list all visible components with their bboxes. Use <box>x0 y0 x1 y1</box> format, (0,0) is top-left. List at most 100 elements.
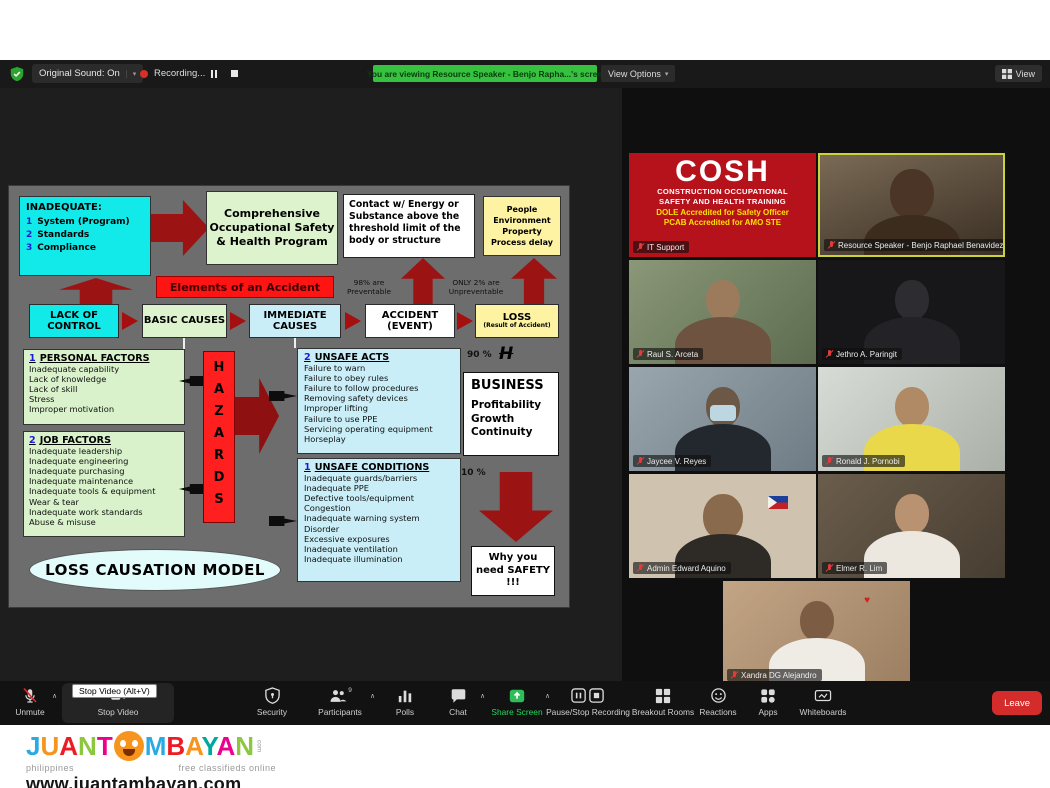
original-sound-label: Original Sound: On <box>39 68 120 79</box>
participant-tile-raul[interactable]: Raul S. Arceta <box>629 260 816 364</box>
chevron-down-icon: ▾ <box>665 70 669 78</box>
recording-dot-icon <box>140 70 148 78</box>
philippine-flag <box>768 496 788 509</box>
watermark-url: www.juantambayan.com <box>26 774 306 788</box>
share-screen-icon <box>508 687 526 705</box>
leave-button[interactable]: Leave <box>992 691 1042 715</box>
participant-name-label: Elmer R. Lim <box>822 562 887 574</box>
red-arrow-right <box>235 378 279 454</box>
shield-icon <box>264 687 281 704</box>
chevron-down-icon: ▾ <box>126 70 137 78</box>
brand-suffix: com <box>255 740 262 752</box>
black-arrow-right <box>269 391 297 401</box>
view-label: View <box>1016 69 1035 79</box>
chevron-up-icon[interactable]: ∧ <box>52 692 57 700</box>
pause-stop-recording-icons <box>571 687 605 705</box>
participant-tile-jaycee[interactable]: Jaycee V. Reyes <box>629 367 816 471</box>
participant-tile-edward[interactable]: Admin Edward Aquino <box>629 474 816 578</box>
red-triangle-icon <box>345 312 361 330</box>
heart-decoration: ♥ <box>864 595 870 606</box>
participant-tile-it-support[interactable]: COSH CONSTRUCTION OCCUPATIONAL SAFETY AN… <box>629 153 816 257</box>
red-triangle-icon <box>230 312 246 330</box>
inadequate-item: System (Program) <box>37 217 129 227</box>
pct-90-label: 90 % <box>467 350 492 360</box>
reactions-smiley-icon <box>710 687 727 704</box>
inadequate-item: Compliance <box>37 243 96 253</box>
participant-tile-resource-speaker[interactable]: Resource Speaker - Benjo Raphael Benavid… <box>818 153 1005 257</box>
mascot-face-icon <box>114 731 144 761</box>
polls-icon <box>397 688 413 704</box>
connector-line <box>294 338 296 348</box>
muted-mic-icon <box>825 456 833 466</box>
unsafe-acts-box: 2UNSAFE ACTS Failure to warn Failure to … <box>297 348 461 454</box>
loss-causation-model-label: LOSS CAUSATION MODEL <box>29 549 281 591</box>
whiteboards-button[interactable]: Whiteboards <box>785 686 861 717</box>
breakout-rooms-icon <box>655 688 671 704</box>
recording-label: Recording... <box>154 68 205 79</box>
view-button[interactable]: View <box>995 65 1042 82</box>
muted-mic-icon <box>636 563 644 573</box>
elements-of-accident-banner: Elements of an Accident <box>156 276 334 298</box>
meeting-content: INADEQUATE: 1System (Program) 2Standards… <box>0 88 1050 681</box>
tagline-philippines: philippines <box>26 763 74 773</box>
inadequate-item: Standards <box>37 230 89 240</box>
business-box: BUSINESS Profitability Growth Continuity <box>463 372 559 456</box>
meeting-topbar: Original Sound: On ▾ Recording... You ar… <box>0 60 1050 88</box>
red-triangle-icon <box>122 312 138 330</box>
view-options-button[interactable]: View Options ▾ <box>601 65 675 82</box>
cosh-title: COSH <box>675 157 770 187</box>
encryption-shield-icon <box>9 66 25 82</box>
security-button[interactable]: Security <box>234 686 310 717</box>
apps-icon <box>760 688 776 704</box>
osh-program-box: Comprehensive Occupational Safety & Heal… <box>206 191 338 265</box>
face-mask <box>710 405 736 421</box>
participants-icon <box>328 687 348 705</box>
brand-text-2: MBAYAN <box>145 733 254 759</box>
participant-name-label: Jethro A. Paringit <box>822 348 902 360</box>
chat-bubble-icon <box>450 688 467 704</box>
muted-mic-icon <box>636 242 644 252</box>
red-triangle-icon <box>457 312 473 330</box>
muted-mic-icon <box>636 456 644 466</box>
unpreventable-note: ONLY 2% are Unpreventable <box>443 279 509 297</box>
red-arrow-up <box>59 278 133 304</box>
stop-recording-button[interactable] <box>231 70 238 77</box>
muted-mic-icon <box>730 670 738 680</box>
black-arrow-right <box>269 516 297 526</box>
screenshot-root: Original Sound: On ▾ Recording... You ar… <box>0 0 1050 788</box>
participant-name-label: Admin Edward Aquino <box>633 562 731 574</box>
immediate-causes-box: IMMEDIATE CAUSES <box>249 304 341 338</box>
participant-video-grid: COSH CONSTRUCTION OCCUPATIONAL SAFETY AN… <box>629 153 1005 688</box>
lack-of-control-box: LACK OF CONTROL <box>29 304 119 338</box>
unsafe-conditions-box: 1UNSAFE CONDITIONS Inadequate guards/bar… <box>297 458 461 582</box>
contact-energy-box: Contact w/ Energy or Substance above the… <box>343 194 475 258</box>
tagline-classifieds: free classifieds online <box>178 763 276 773</box>
participant-name-label: Jaycee V. Reyes <box>633 455 711 467</box>
original-sound-toggle[interactable]: Original Sound: On ▾ <box>32 64 143 83</box>
why-safety-box: Why you need SAFETY !!! <box>471 546 555 596</box>
participant-tile-elmer[interactable]: Elmer R. Lim <box>818 474 1005 578</box>
accident-box: ACCIDENT (EVENT) <box>365 304 455 338</box>
personal-factors-box: 1PERSONAL FACTORS Inadequate capability … <box>23 349 185 425</box>
participant-tile-xandra[interactable]: ♥ Xandra DG Alejandro <box>723 581 910 685</box>
participant-tile-ronald[interactable]: Ronald J. Pornobi <box>818 367 1005 471</box>
shared-screen-slide: INADEQUATE: 1System (Program) 2Standards… <box>8 185 570 608</box>
inadequate-box: INADEQUATE: 1System (Program) 2Standards… <box>19 196 151 276</box>
pause-recording-button[interactable] <box>211 70 217 78</box>
unmute-button[interactable]: Unmute <box>0 686 68 717</box>
watermark-taglines: philippines free classifieds online <box>26 763 276 773</box>
red-arrow-right <box>151 200 209 256</box>
participant-name-label: Ronald J. Pornobi <box>822 455 905 467</box>
viewing-screen-banner: You are viewing Resource Speaker - Benjo… <box>373 65 597 82</box>
inadequate-title: INADEQUATE: <box>26 202 144 213</box>
pct-10-label: 10 % <box>461 468 486 478</box>
basic-causes-box: BASIC CAUSES <box>142 304 227 338</box>
meeting-toolbar: Unmute ∧ Stop Video Stop Video (Alt+V) S… <box>0 681 1050 725</box>
grid-view-icon <box>1002 69 1012 79</box>
participant-name-label: Resource Speaker - Benjo Raphael Benavid… <box>824 239 1005 251</box>
stop-video-tooltip: Stop Video (Alt+V) <box>72 684 157 698</box>
participant-name-label: Raul S. Arceta <box>633 348 703 360</box>
red-arrow-down <box>479 472 553 542</box>
participant-tile-jethro[interactable]: Jethro A. Paringit <box>818 260 1005 364</box>
tally-cross-icon: H <box>499 344 513 364</box>
